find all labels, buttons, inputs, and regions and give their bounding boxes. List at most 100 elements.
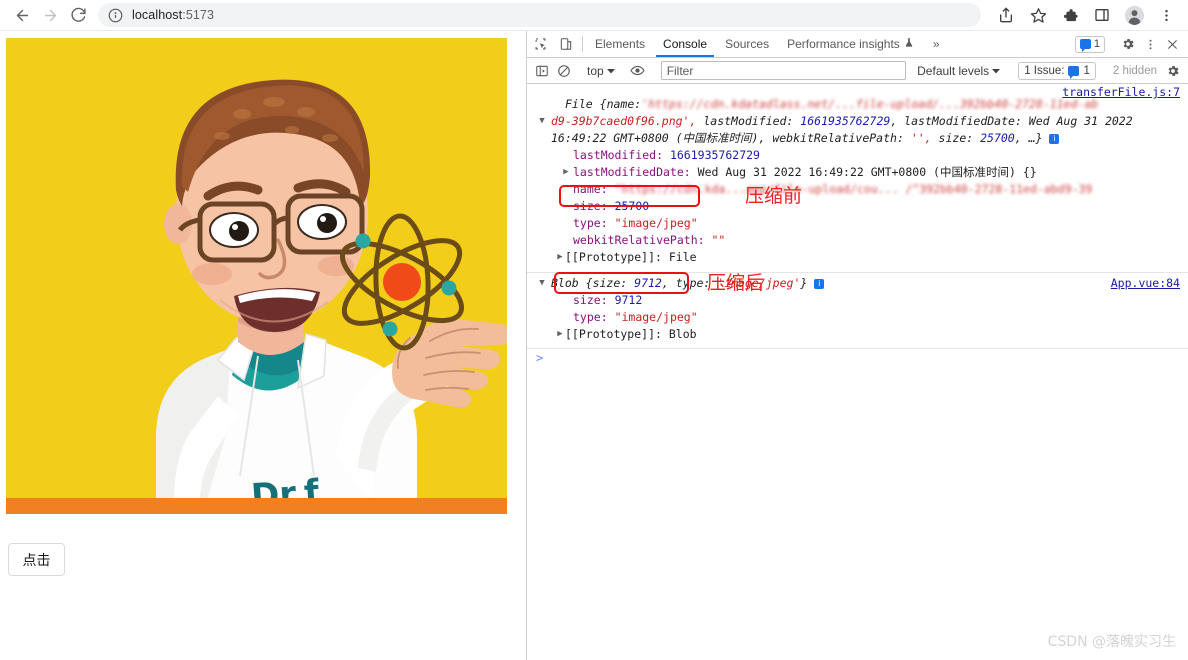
chevron-down-icon [606,64,615,78]
type-key: type: [675,276,711,290]
property-type: type: "image/jpeg" [527,309,1188,326]
tab-performance-insights[interactable]: Performance insights [778,31,923,57]
page-viewport: Dr.f 点击 [0,31,526,660]
constructor-name: Blob [551,276,579,290]
constructor-name: File [565,97,593,111]
console-prompt[interactable]: > [527,349,1188,368]
property-value: Blob [668,327,697,341]
hidden-messages-label: 2 hidden [1112,64,1157,77]
message-count: 1 [1093,38,1100,50]
issues-count: 1 [1083,64,1090,77]
property-prototype[interactable]: [[Prototype]]: File [527,249,1188,266]
size-value: 25700 [980,131,1015,145]
side-panel-icon[interactable] [1089,2,1115,28]
property-value: 25700 [614,199,650,213]
property-size: size: 25700 [527,198,1188,215]
execution-context-value: top [587,63,604,78]
property-key: webkitRelativePath: [573,233,705,247]
console-sidebar-icon[interactable] [531,60,553,82]
address-bar[interactable]: localhost:5173 [98,3,981,27]
url-host: localhost [132,8,183,22]
info-badge-icon[interactable]: i [1049,134,1060,144]
message-count-badge[interactable]: 1 [1074,35,1105,53]
info-circle-icon[interactable] [108,8,123,23]
tab-console[interactable]: Console [654,31,716,57]
entry-header-line3: 16:49:22 GMT+0800 (中国标准时间), webkitRelati… [527,130,1188,147]
tab-sources[interactable]: Sources [716,31,778,57]
name-value-tail: d9-39b7caed0f96.png', [551,114,697,128]
webkitrelativepath-value: '', [910,131,932,145]
extensions-puzzle-icon[interactable] [1057,2,1083,28]
click-button[interactable]: 点击 [8,543,65,576]
prompt-caret: > [536,351,544,365]
reload-icon[interactable] [64,1,92,29]
back-icon[interactable] [8,1,36,29]
settings-gear-icon[interactable] [1117,33,1139,55]
property-value: "" [711,233,726,247]
tab-elements[interactable]: Elements [586,31,654,57]
address-bar-text: localhost:5173 [132,8,214,22]
annotation-label-before: 压缩前 [745,185,803,207]
console-settings-gear-icon[interactable] [1162,60,1184,82]
clear-console-icon[interactable] [553,60,575,82]
execution-context-dropdown[interactable]: top [582,64,620,78]
share-icon[interactable] [993,2,1019,28]
info-badge-icon[interactable]: i [814,279,825,289]
property-size: size: 9712 [527,292,1188,309]
device-toolbar-icon[interactable] [553,31,579,57]
property-value-blurred: "https://cdn.kda...app/file-upload/cou..… [614,182,1093,196]
log-levels-dropdown[interactable]: Default levels [911,64,1006,78]
comma: , [661,276,669,290]
live-expression-eye-icon[interactable] [627,60,649,82]
property-lastmodifieddate[interactable]: lastModifiedDate: Wed Aug 31 2022 16:49:… [527,164,1188,181]
property-lastmodified: lastModified: 1661935762729 [527,147,1188,164]
source-link-appvue[interactable]: App.vue:84 [1111,275,1180,292]
tabs-overflow-button[interactable]: » [923,31,950,57]
property-value: File [668,250,697,264]
property-value: Wed Aug 31 2022 16:49:22 GMT+0800 (中国标准时… [697,165,1037,179]
expand-triangle[interactable] [537,113,547,130]
property-prototype[interactable]: [[Prototype]]: Blob [527,326,1188,343]
property-value: 9712 [614,293,643,307]
expand-triangle[interactable] [537,275,547,292]
size-value: 9712 [634,276,662,290]
issues-label: 1 Issue: [1024,64,1065,77]
console-output[interactable]: transferFile.js:7 File {name:'https://cd… [527,84,1188,660]
url-port: :5173 [182,8,215,22]
name-value-blurred: 'https://cdn.kdatadlass.net/...file-uplo… [641,97,1099,111]
console-entry-blob[interactable]: Blob {size: 9712, type: 'image/jpeg'} i … [527,272,1188,345]
inspect-element-icon[interactable] [527,31,553,57]
browser-actions [990,2,1188,28]
console-filter-bar: top Default levels 1 Issue: 1 2 hidden [527,58,1188,84]
browser-toolbar: localhost:5173 [0,0,1188,31]
bookmark-star-icon[interactable] [1025,2,1051,28]
property-value: "image/jpeg" [614,310,698,324]
property-value: 1661935762729 [669,148,760,162]
close-devtools-icon[interactable] [1161,33,1183,55]
filter-input[interactable] [660,61,907,80]
chrome-menu-icon[interactable] [1153,2,1179,28]
forward-icon[interactable] [36,1,64,29]
message-bubble-icon [1079,39,1091,52]
expand-triangle[interactable] [561,164,571,181]
property-key: type: [573,310,608,324]
expand-triangle[interactable] [555,326,565,343]
devtools-panel: Elements Console Sources Performance ins… [526,31,1188,660]
property-key: lastModifiedDate: [573,165,691,179]
console-entry-file[interactable]: transferFile.js:7 File {name:'https://cd… [527,84,1188,268]
open-brace: { [585,276,593,290]
tab-label: Performance insights [787,37,900,51]
divider [582,36,583,52]
ellipsis: , …} [1014,131,1043,145]
lastmodified-key: lastModified: [703,114,794,128]
expand-triangle[interactable] [555,249,565,266]
webkitrelativepath-key: webkitRelativePath: [772,131,904,145]
more-options-icon[interactable] [1139,33,1161,55]
log-levels-value: Default levels [917,63,990,78]
property-type: type: "image/jpeg" [527,215,1188,232]
property-key: [[Prototype]]: [565,250,662,264]
property-webkitrelativepath: webkitRelativePath: "" [527,232,1188,249]
property-key: size: [573,199,608,213]
issues-button[interactable]: 1 Issue: 1 [1018,61,1096,80]
profile-avatar-icon[interactable] [1121,2,1147,28]
